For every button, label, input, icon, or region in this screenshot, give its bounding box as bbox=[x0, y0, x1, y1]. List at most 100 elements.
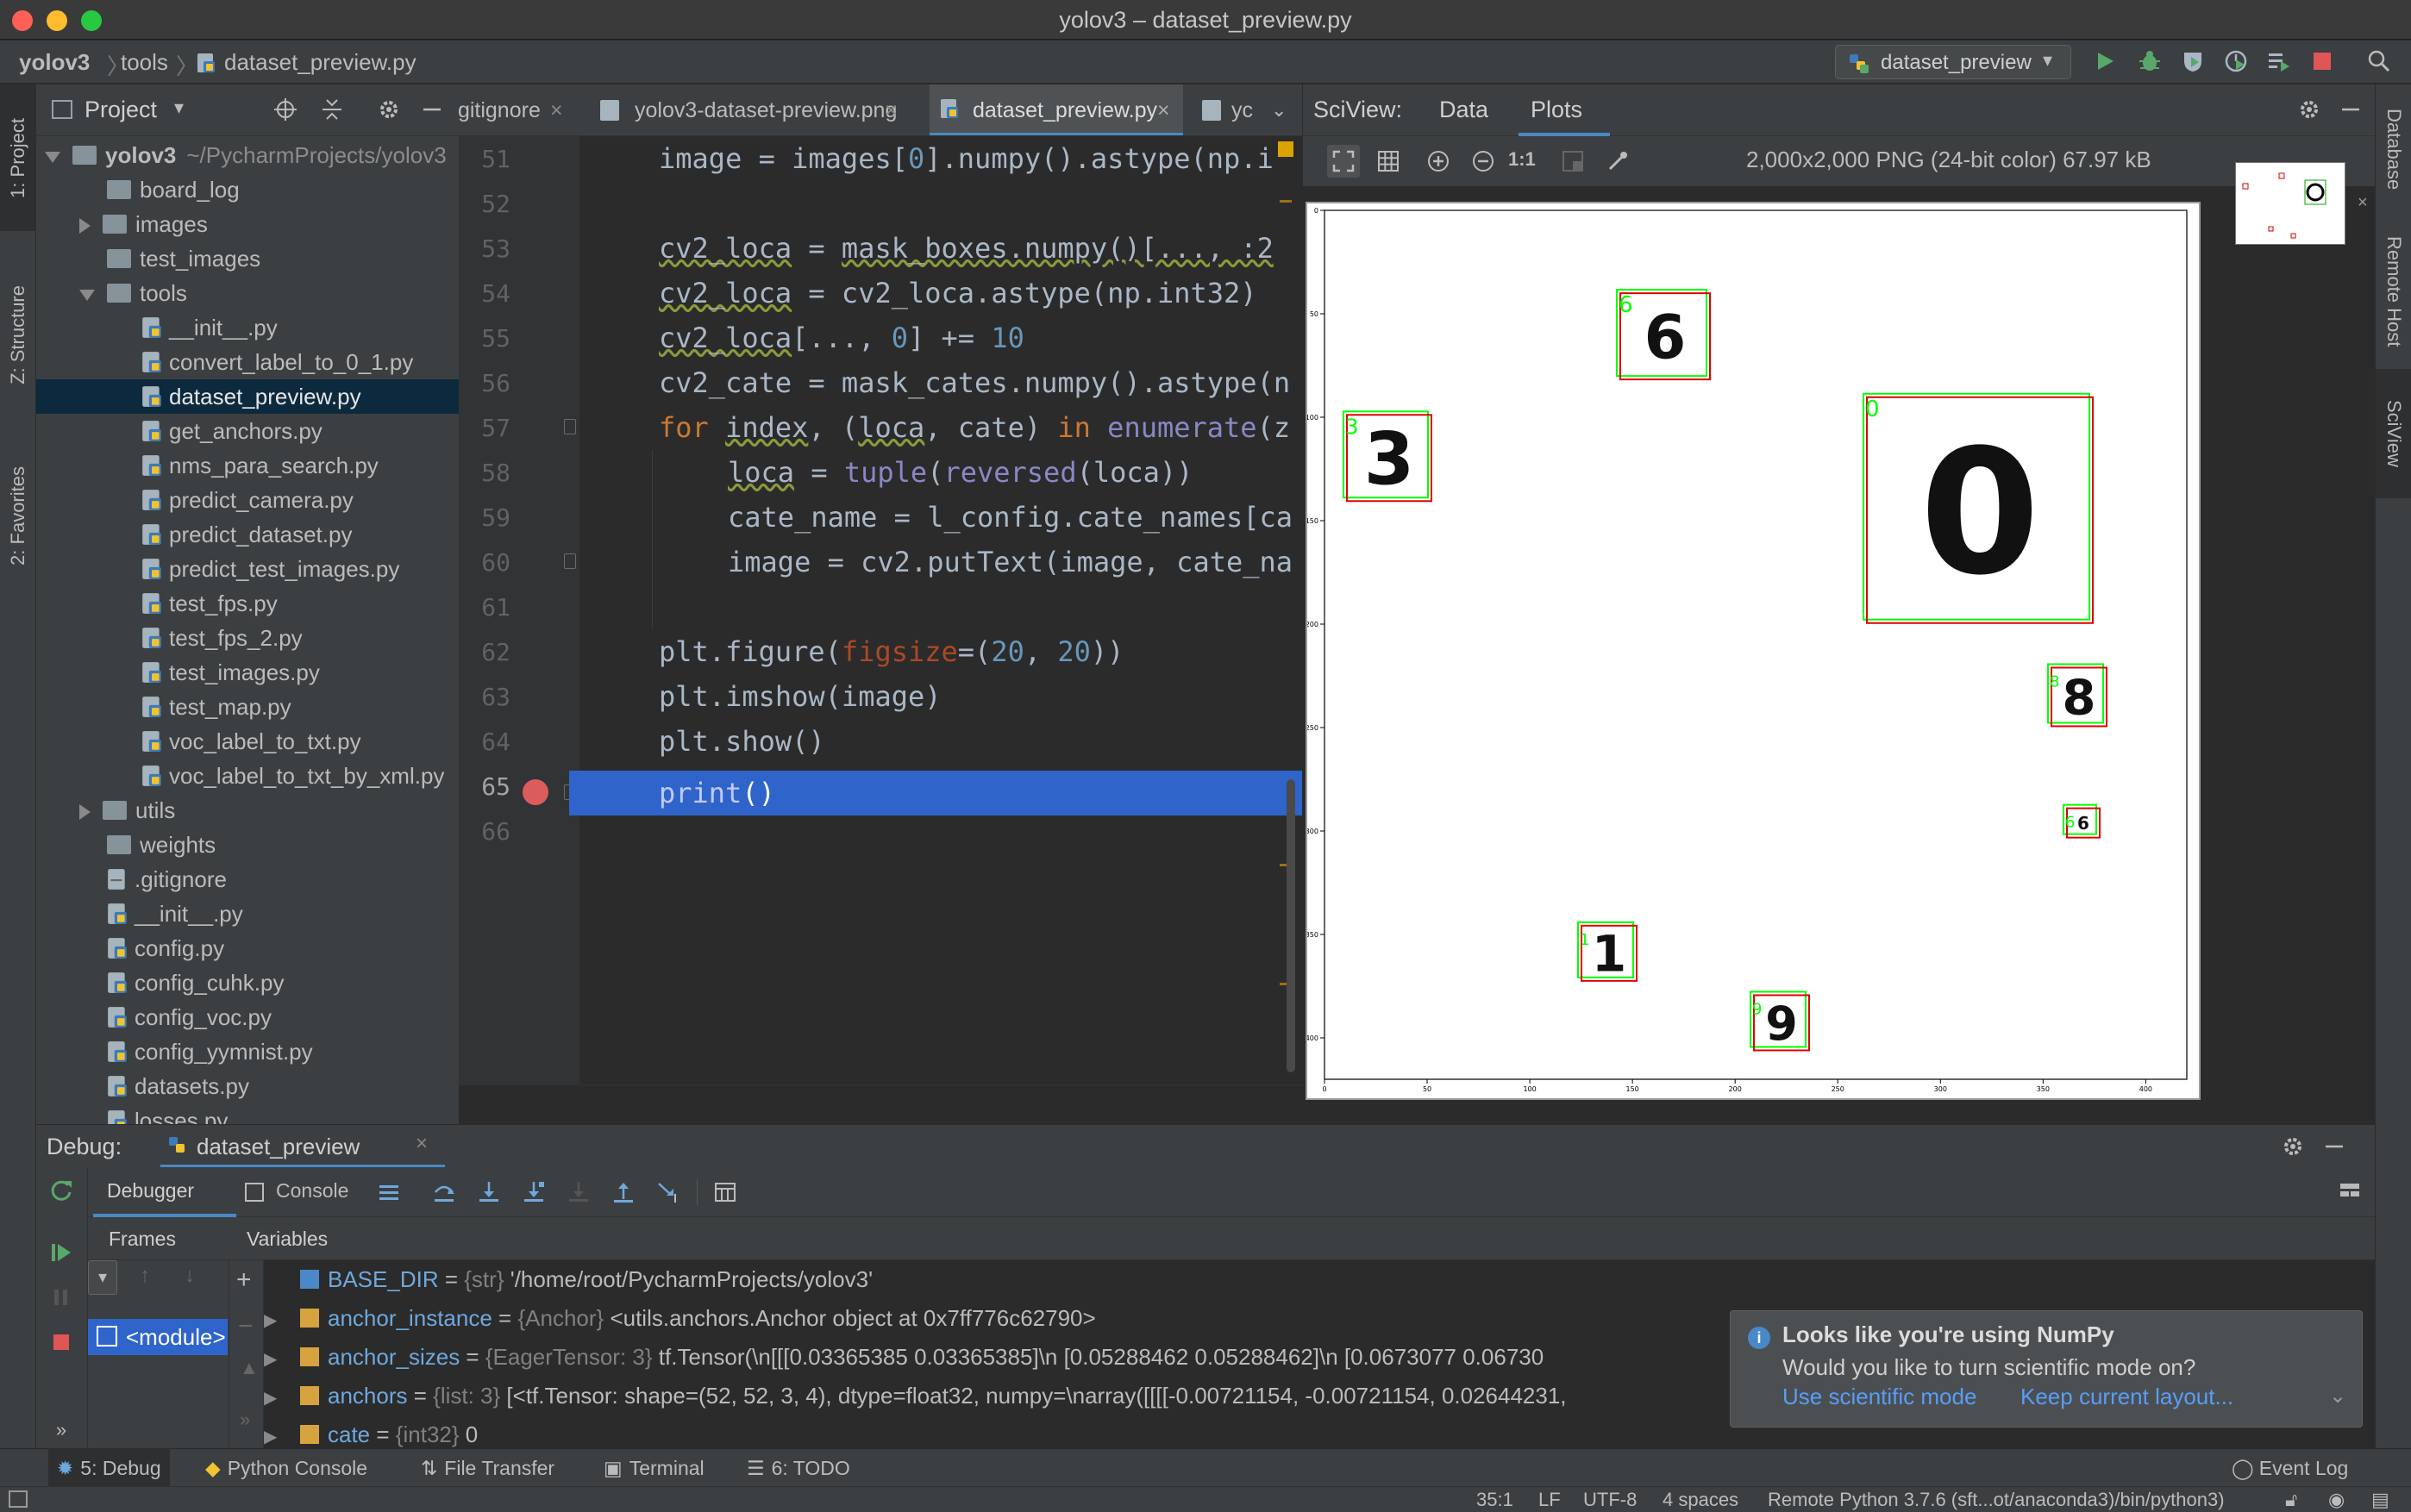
gear-icon[interactable] bbox=[2278, 1132, 2308, 1161]
project-tree-item[interactable]: losses.py bbox=[36, 1103, 459, 1124]
variable-row[interactable]: BASE_DIR = {str} '/home/root/PycharmProj… bbox=[264, 1262, 873, 1296]
profile-icon[interactable] bbox=[2221, 47, 2251, 76]
chevron-right-icon[interactable]: ▶ bbox=[264, 1303, 293, 1338]
terminal-tool-tab[interactable]: ▣ Terminal bbox=[604, 1449, 705, 1487]
editor-tab-dataset-preview[interactable]: dataset_preview.py × bbox=[930, 84, 1183, 135]
project-tree-item[interactable]: config_voc.py bbox=[36, 1000, 459, 1034]
console-tab[interactable]: Console bbox=[276, 1179, 348, 1203]
chevron-right-icon[interactable] bbox=[79, 804, 91, 821]
stop-icon[interactable] bbox=[47, 1328, 76, 1357]
project-tree-item[interactable]: test_fps.py bbox=[36, 586, 459, 621]
gear-icon[interactable] bbox=[2295, 95, 2324, 124]
step-into-my-code-icon[interactable] bbox=[519, 1178, 548, 1207]
hide-panel-icon[interactable] bbox=[2320, 1132, 2349, 1161]
gear-icon[interactable] bbox=[374, 95, 404, 124]
project-tree-item[interactable]: test_images.py bbox=[36, 655, 459, 690]
run-to-cursor-icon[interactable] bbox=[654, 1178, 683, 1207]
rerun-icon[interactable] bbox=[47, 1176, 76, 1205]
step-over-icon[interactable] bbox=[429, 1178, 459, 1207]
chessboard-icon[interactable] bbox=[1558, 147, 1588, 176]
project-tree-item[interactable]: config_yymnist.py bbox=[36, 1034, 459, 1069]
run-configuration-select[interactable]: dataset_preview ▾ bbox=[1835, 45, 2071, 79]
project-tree-item[interactable]: .gitignore bbox=[36, 862, 459, 897]
close-icon[interactable]: × bbox=[885, 84, 898, 135]
keep-current-layout-link[interactable]: Keep current layout... bbox=[2020, 1384, 2233, 1410]
plot-image[interactable]: 66330088661199 0 50 100 150 200 250 300 350 400 0… bbox=[1306, 202, 2201, 1100]
chevron-down-icon[interactable]: ▾ bbox=[174, 97, 184, 119]
chevron-down-icon[interactable] bbox=[79, 289, 95, 301]
inspector-icon[interactable]: ◉ bbox=[2328, 1487, 2345, 1512]
zoom-in-icon[interactable] bbox=[1424, 147, 1453, 176]
chevron-right-icon[interactable]: ▶ bbox=[264, 1381, 293, 1415]
remove-watch-icon[interactable]: − bbox=[238, 1312, 254, 1341]
project-tree-item[interactable]: __init__.py bbox=[36, 310, 459, 345]
tool-windows-icon[interactable] bbox=[9, 1490, 28, 1508]
resume-icon[interactable] bbox=[47, 1238, 76, 1267]
stop-icon[interactable] bbox=[2308, 47, 2337, 76]
search-icon[interactable] bbox=[2364, 47, 2394, 76]
more-icon[interactable]: » bbox=[240, 1409, 250, 1431]
project-tree-item[interactable]: predict_camera.py bbox=[36, 483, 459, 517]
close-icon[interactable]: × bbox=[416, 1132, 428, 1156]
close-icon[interactable]: × bbox=[1157, 84, 1170, 135]
todo-tool-tab[interactable]: ☰ 6: TODO bbox=[747, 1449, 850, 1487]
fit-zoom-icon[interactable] bbox=[1327, 145, 1360, 178]
project-tree-item[interactable]: test_fps_2.py bbox=[36, 621, 459, 655]
project-tree-item[interactable]: predict_test_images.py bbox=[36, 552, 459, 586]
project-tree-item[interactable]: weights bbox=[36, 828, 459, 862]
fold-marker-icon[interactable] bbox=[564, 419, 576, 434]
caret-position[interactable]: 35:1 bbox=[1476, 1487, 1513, 1512]
sciview-tab-plots[interactable]: Plots bbox=[1531, 97, 1582, 123]
previous-frame-icon[interactable]: ↑ bbox=[140, 1264, 150, 1288]
next-frame-icon[interactable]: ↓ bbox=[185, 1264, 195, 1288]
debugger-tab[interactable]: Debugger bbox=[93, 1167, 236, 1217]
breakpoint-icon[interactable] bbox=[523, 779, 548, 805]
project-tree-item[interactable]: voc_label_to_txt.py bbox=[36, 724, 459, 759]
hide-panel-icon[interactable] bbox=[2336, 95, 2365, 124]
project-tree-item[interactable]: config_cuhk.py bbox=[36, 965, 459, 1000]
project-tree-item[interactable]: __init__.py bbox=[36, 897, 459, 931]
close-icon[interactable]: × bbox=[550, 84, 563, 135]
code-editor[interactable]: image = images[0].numpy().astype(np.i cv… bbox=[579, 136, 1302, 1084]
debug-tool-tab[interactable]: ✹ 5: Debug bbox=[48, 1449, 170, 1487]
project-tree-item[interactable]: voc_label_to_txt_by_xml.py bbox=[36, 759, 459, 793]
more-icon[interactable]: » bbox=[47, 1415, 76, 1445]
grid-icon[interactable] bbox=[1374, 147, 1403, 176]
variable-row[interactable]: ▶ cate = {int32} 0 bbox=[264, 1417, 478, 1448]
remote-host-tool-tab[interactable]: Remote Host bbox=[2376, 214, 2411, 369]
python-interpreter[interactable]: Remote Python 3.7.6 (sft...ot/anaconda3)… bbox=[1768, 1487, 2225, 1512]
project-tree-item[interactable]: nms_para_search.py bbox=[36, 448, 459, 483]
add-watch-icon[interactable]: + bbox=[236, 1265, 252, 1295]
hide-panel-icon[interactable] bbox=[417, 95, 447, 124]
zoom-out-icon[interactable] bbox=[1469, 147, 1498, 176]
editor-scrollbar[interactable] bbox=[1287, 779, 1295, 1072]
fold-marker-icon[interactable] bbox=[564, 553, 576, 569]
project-tree-item[interactable]: utils bbox=[36, 793, 459, 828]
editor-tab-gitignore[interactable]: .gitignore × bbox=[459, 84, 573, 135]
debug-session-tab[interactable]: dataset_preview × bbox=[160, 1125, 445, 1168]
sciview-tool-tab[interactable]: SciView bbox=[2376, 369, 2411, 498]
project-tree-item[interactable]: predict_dataset.py bbox=[36, 517, 459, 552]
run-with-concurrency-icon[interactable] bbox=[2264, 47, 2294, 76]
project-tree-item[interactable]: test_map.py bbox=[36, 690, 459, 724]
variable-row[interactable]: ▶ anchor_instance = {Anchor} <utils.ancho… bbox=[264, 1301, 1096, 1335]
project-tree-item[interactable]: tools bbox=[36, 276, 459, 310]
pause-icon[interactable] bbox=[47, 1283, 76, 1312]
step-out-icon[interactable] bbox=[609, 1178, 638, 1207]
plot-thumbnail[interactable] bbox=[2235, 162, 2345, 245]
tabs-list-chevron-icon[interactable]: ⌄ bbox=[1271, 84, 1297, 135]
variable-row[interactable]: ▶ anchors = {list: 3} [<tf.Tensor: shape=… bbox=[264, 1378, 1567, 1413]
project-tree-item[interactable]: datasets.py bbox=[36, 1069, 459, 1103]
force-step-into-icon[interactable] bbox=[564, 1178, 593, 1207]
frames-list-icon[interactable] bbox=[374, 1178, 404, 1207]
inspection-warning-icon[interactable] bbox=[1278, 141, 1293, 157]
project-tree-item[interactable]: images bbox=[36, 207, 459, 241]
project-tree-item[interactable]: test_images bbox=[36, 241, 459, 276]
actual-size-button[interactable]: 1:1 bbox=[1508, 148, 1536, 171]
project-tree-item[interactable]: get_anchors.py bbox=[36, 414, 459, 448]
color-picker-icon[interactable] bbox=[1603, 147, 1632, 176]
breadcrumb-folder[interactable]: tools bbox=[121, 49, 168, 76]
sciview-tab-data[interactable]: Data bbox=[1439, 97, 1488, 123]
chevron-right-icon[interactable] bbox=[79, 218, 91, 234]
file-encoding[interactable]: UTF-8 bbox=[1583, 1487, 1637, 1512]
